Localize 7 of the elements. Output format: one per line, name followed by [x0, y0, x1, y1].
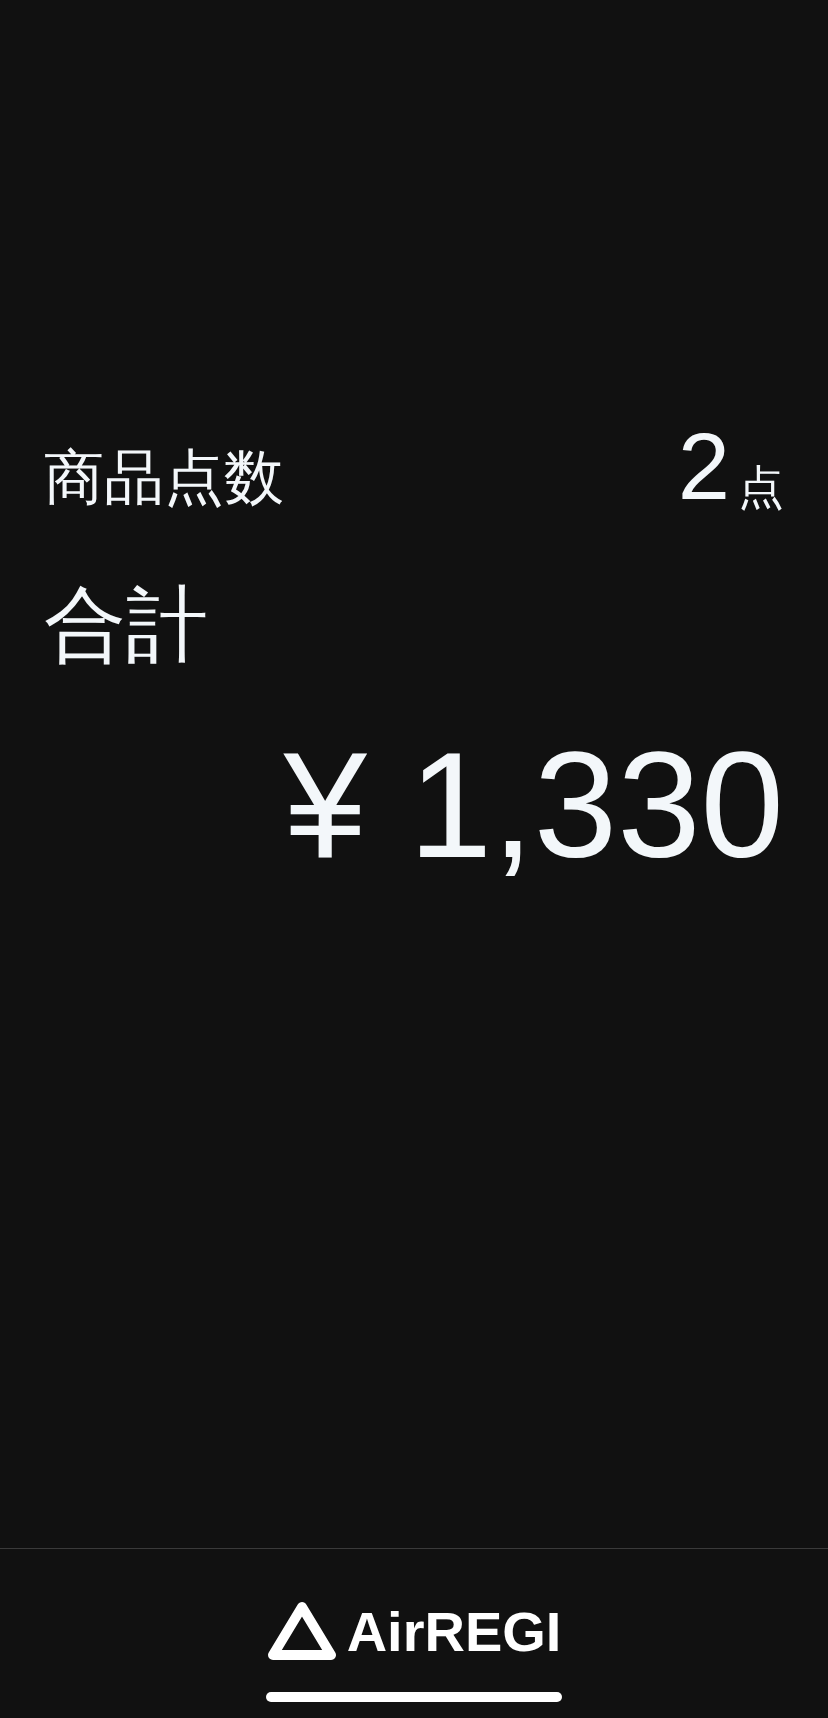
- item-count-label: 商品点数: [44, 448, 284, 508]
- total-label: 合計: [44, 584, 208, 666]
- triangle-icon: [266, 1601, 337, 1663]
- logo-text: AirREGI: [346, 1604, 562, 1660]
- total-amount: ¥ 1,330: [283, 730, 784, 880]
- item-count-unit: 点: [738, 464, 784, 510]
- item-count-value: 2: [677, 420, 730, 514]
